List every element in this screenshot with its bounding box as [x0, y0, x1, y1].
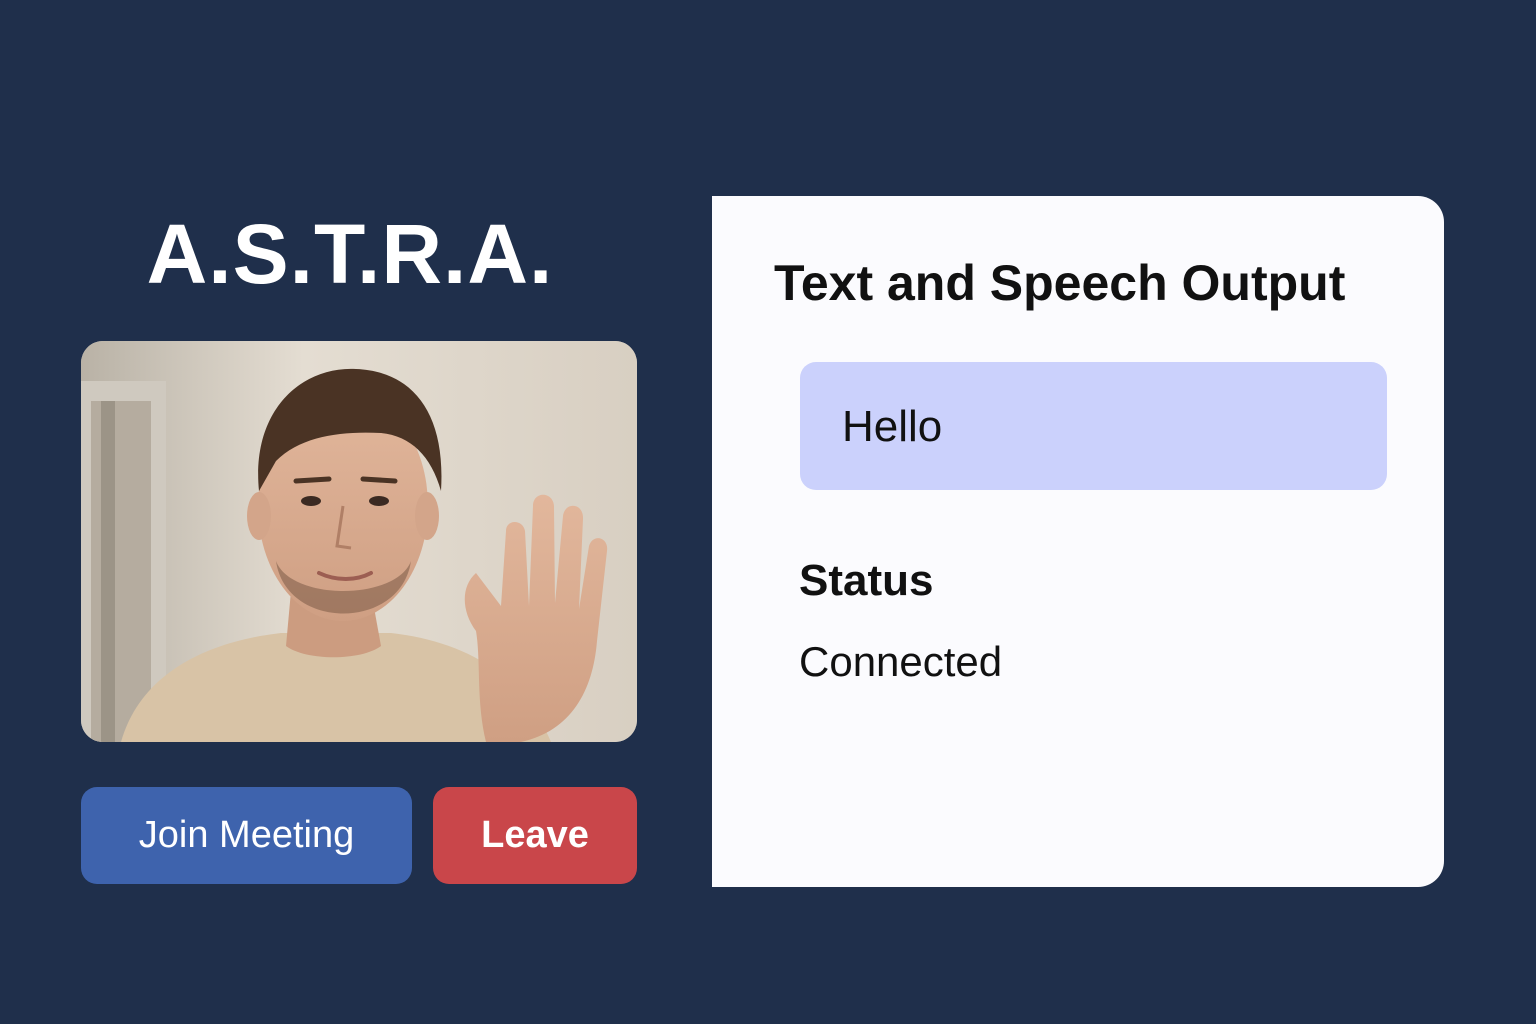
leave-button[interactable]: Leave	[433, 787, 637, 884]
status-label: Status	[799, 556, 934, 605]
speech-output-text: Hello	[842, 402, 943, 451]
person-waving-video-image	[81, 341, 637, 742]
status-value: Connected	[799, 638, 1003, 685]
join-meeting-button[interactable]: Join Meeting	[81, 787, 412, 884]
speech-output-box: Hello	[800, 362, 1387, 490]
video-feed	[81, 341, 637, 742]
panel-title: Text and Speech Output	[774, 255, 1346, 311]
app-title: A.S.T.R.A.	[146, 207, 554, 301]
text-speech-output-panel: Text and Speech Output Hello Status Conn…	[712, 196, 1444, 887]
